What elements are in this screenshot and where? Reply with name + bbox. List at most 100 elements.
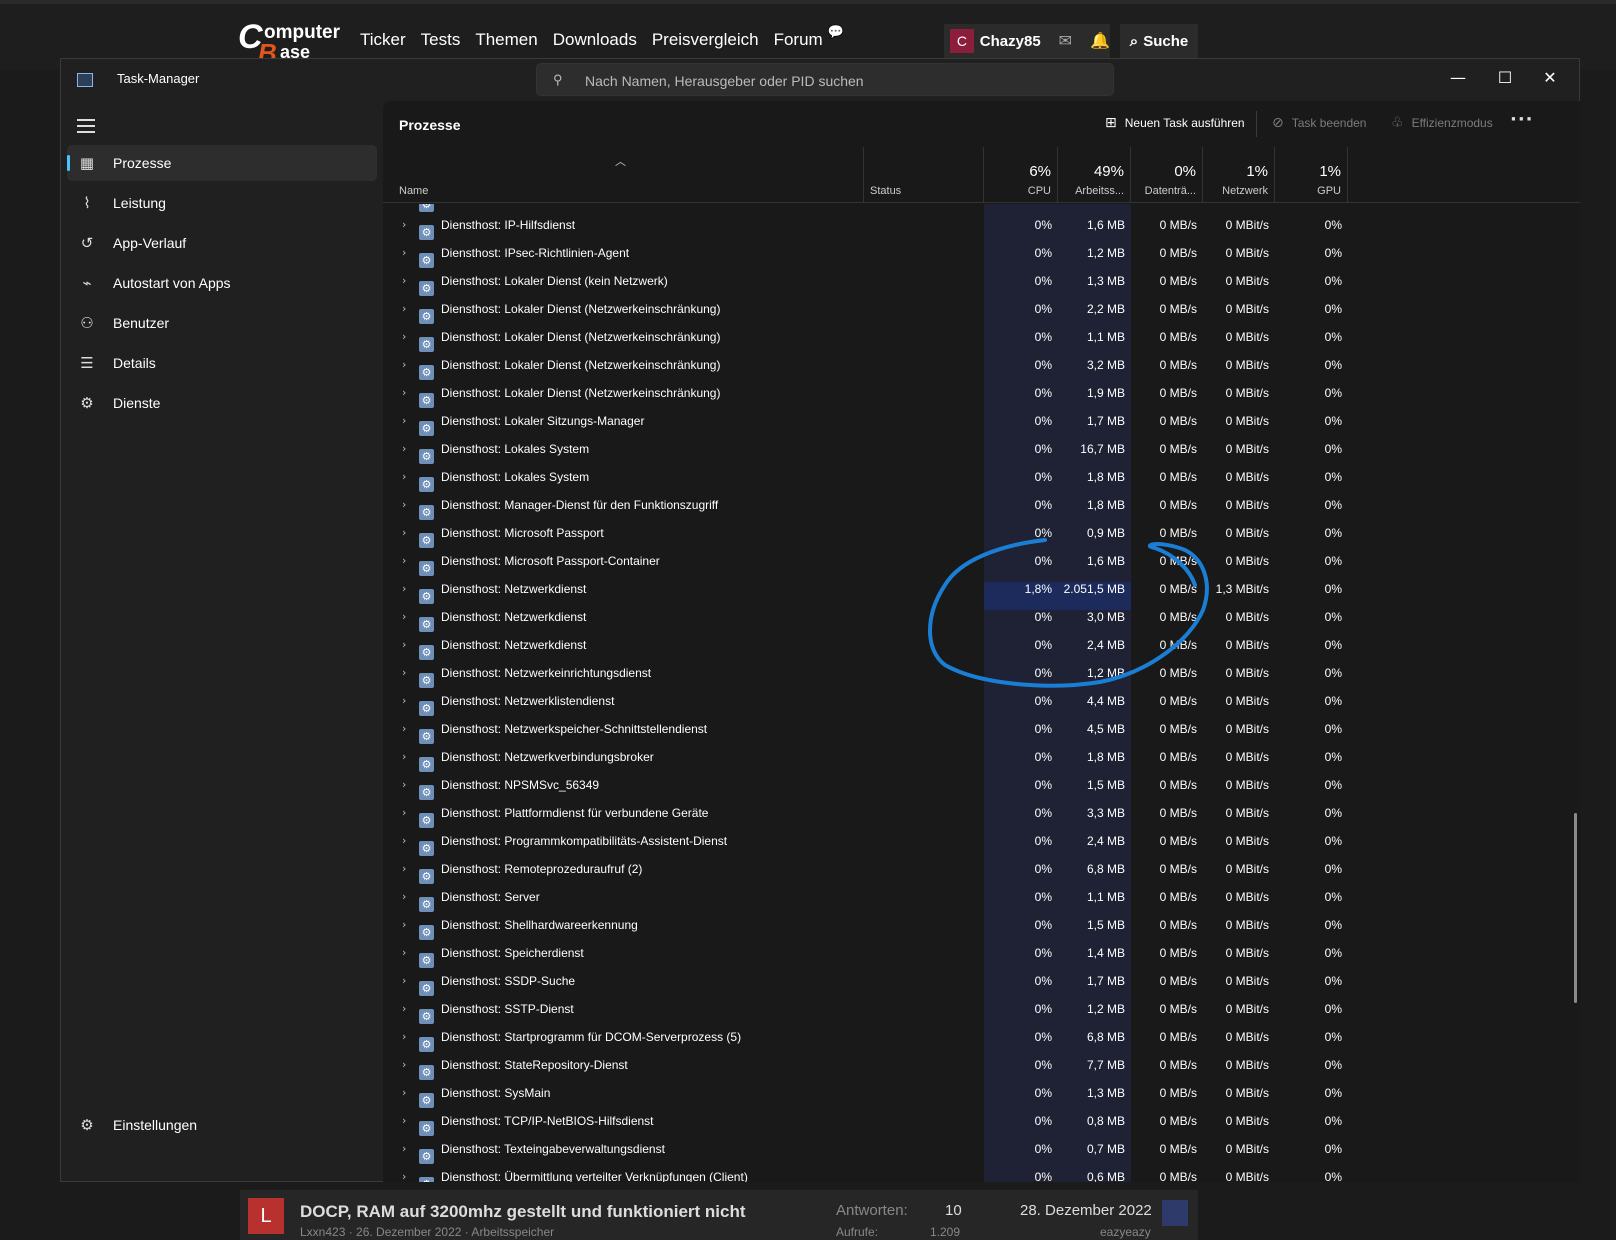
expand-chevron-icon[interactable]: › <box>402 750 406 763</box>
close-button[interactable]: ✕ <box>1530 63 1570 91</box>
sidebar-item-settings[interactable]: ⚙ Einstellungen <box>67 1107 377 1143</box>
table-row[interactable]: ›⚙Diensthost: Human Interface Device-Die… <box>383 204 1580 218</box>
table-row[interactable]: › ⚙ Diensthost: IP-Hilfsdienst 0% 1,6 MB 0 MB… <box>383 218 1580 246</box>
mail-icon[interactable]: ✉ <box>1059 31 1072 51</box>
expand-chevron-icon[interactable]: › <box>402 470 406 483</box>
bell-icon[interactable]: 🔔 <box>1090 31 1110 51</box>
computerbase-logo[interactable]: C omputer B ase <box>238 18 340 68</box>
expand-chevron-icon[interactable]: › <box>402 1142 406 1155</box>
expand-chevron-icon[interactable]: › <box>402 862 406 875</box>
table-row[interactable]: › ⚙ Diensthost: IPsec-Richtlinien-Agent 0% 1… <box>383 246 1580 274</box>
table-row[interactable]: › ⚙ Diensthost: Microsoft Passport 0% 0,9 MB… <box>383 526 1580 554</box>
table-row[interactable]: › ⚙ Diensthost: Plattformdienst für verbun… <box>383 806 1580 834</box>
nav-preisvergleich[interactable]: Preisvergleich <box>652 30 759 50</box>
expand-chevron-icon[interactable]: › <box>402 1030 406 1043</box>
expand-chevron-icon[interactable]: › <box>402 274 406 287</box>
table-row[interactable]: › ⚙ Diensthost: StateRepository-Dienst 0% 7,… <box>383 1058 1580 1086</box>
chat-icon[interactable]: 💬 <box>828 24 844 50</box>
column-cpu[interactable]: 6% CPU <box>984 147 1058 203</box>
forum-thread-row[interactable]: L DOCP, RAM auf 3200mhz gestellt und fun… <box>240 1190 1198 1240</box>
expand-chevron-icon[interactable]: › <box>402 442 406 455</box>
expand-chevron-icon[interactable]: › <box>402 554 406 567</box>
nav-themen[interactable]: Themen <box>475 30 537 50</box>
table-row[interactable]: › ⚙ Diensthost: Manager-Dienst für den Fun… <box>383 498 1580 526</box>
expand-chevron-icon[interactable]: › <box>402 526 406 539</box>
table-row[interactable]: › ⚙ Diensthost: Netzwerkdienst 0% 3,0 MB 0 MB… <box>383 610 1580 638</box>
table-row[interactable]: › ⚙ Diensthost: SSDP-Suche 0% 1,7 MB 0 MB/s 0 … <box>383 974 1580 1002</box>
table-row[interactable]: › ⚙ Diensthost: Shellhardwareerkennung 0% 1,… <box>383 918 1580 946</box>
table-row[interactable]: › ⚙ Diensthost: Lokaler Sitzungs-Manager 0%… <box>383 414 1580 442</box>
sidebar-item-dienste[interactable]: ⚙ Dienste <box>67 385 377 421</box>
user-menu[interactable]: C Chazy85 ✉ 🔔 <box>944 24 1110 58</box>
table-row[interactable]: › ⚙ Diensthost: Lokaler Dienst (Netzwerkei… <box>383 358 1580 386</box>
nav-downloads[interactable]: Downloads <box>553 30 637 50</box>
table-row[interactable]: › ⚙ Diensthost: Netzwerklistendienst 0% 4,4 … <box>383 694 1580 722</box>
end-task-button[interactable]: ⊘ Task beenden <box>1272 115 1366 131</box>
sidebar-item-leistung[interactable]: ⌇ Leistung <box>67 185 377 221</box>
expand-chevron-icon[interactable]: › <box>402 1114 406 1127</box>
expand-chevron-icon[interactable]: › <box>402 386 406 399</box>
table-row[interactable]: › ⚙ Diensthost: Speicherdienst 0% 1,4 MB 0 MB… <box>383 946 1580 974</box>
table-row[interactable]: › ⚙ Diensthost: Netzwerkeinrichtungsdienst… <box>383 666 1580 694</box>
expand-chevron-icon[interactable]: › <box>402 246 406 259</box>
expand-chevron-icon[interactable]: › <box>402 1170 406 1182</box>
efficiency-mode-button[interactable]: ♧ Effizienzmodus <box>1391 115 1493 131</box>
expand-chevron-icon[interactable]: › <box>402 358 406 371</box>
table-row[interactable]: › ⚙ Diensthost: Lokaler Dienst (kein Netzw… <box>383 274 1580 302</box>
expand-chevron-icon[interactable]: › <box>402 1058 406 1071</box>
table-row[interactable]: › ⚙ Diensthost: Übermittlung verteilter Ve… <box>383 1170 1580 1182</box>
expand-chevron-icon[interactable]: › <box>402 974 406 987</box>
expand-chevron-icon[interactable]: › <box>402 890 406 903</box>
sidebar-item-app-verlauf[interactable]: ↺ App-Verlauf <box>67 225 377 261</box>
expand-chevron-icon[interactable]: › <box>402 498 406 511</box>
table-row[interactable]: › ⚙ Diensthost: Netzwerkspeicher-Schnittst… <box>383 722 1580 750</box>
run-new-task-button[interactable]: ⊞ Neuen Task ausführen <box>1105 115 1245 131</box>
expand-chevron-icon[interactable]: › <box>402 582 406 595</box>
site-search-button[interactable]: ⌕ Suche <box>1120 24 1198 58</box>
expand-chevron-icon[interactable]: › <box>402 638 406 651</box>
column-network[interactable]: 1% Netzwerk <box>1203 147 1275 203</box>
column-status[interactable]: Status <box>864 147 984 203</box>
expand-chevron-icon[interactable]: › <box>402 694 406 707</box>
table-row[interactable]: › ⚙ Diensthost: Programmkompatibilitäts-As… <box>383 834 1580 862</box>
table-row[interactable]: › ⚙ Diensthost: SSTP-Dienst 0% 1,2 MB 0 MB/s 0… <box>383 1002 1580 1030</box>
nav-ticker[interactable]: Ticker <box>360 30 406 50</box>
sidebar-item-details[interactable]: ☰ Details <box>67 345 377 381</box>
nav-forum[interactable]: Forum <box>774 30 823 50</box>
expand-chevron-icon[interactable]: › <box>402 414 406 427</box>
nav-tests[interactable]: Tests <box>421 30 461 50</box>
table-row[interactable]: › ⚙ Diensthost: NPSMSvc_56349 0% 1,5 MB 0 MB/… <box>383 778 1580 806</box>
expand-chevron-icon[interactable]: › <box>402 302 406 315</box>
vertical-scrollbar[interactable] <box>1574 813 1577 1003</box>
title-bar[interactable]: Task-Manager ⚲ Nach Namen, Herausgeber o… <box>61 59 1579 101</box>
expand-chevron-icon[interactable]: › <box>402 918 406 931</box>
hamburger-menu-icon[interactable] <box>77 119 95 133</box>
expand-chevron-icon[interactable]: › <box>402 806 406 819</box>
table-row[interactable]: › ⚙ Diensthost: Startprogramm für DCOM-Ser… <box>383 1030 1580 1058</box>
table-row[interactable]: › ⚙ Diensthost: Netzwerkdienst 0% 2,4 MB 0 MB… <box>383 638 1580 666</box>
column-disk[interactable]: 0% Datenträ... <box>1131 147 1203 203</box>
more-options-icon[interactable]: ··· <box>1510 109 1534 130</box>
table-row[interactable]: › ⚙ Diensthost: SysMain 0% 1,3 MB 0 MB/s 0 MBi… <box>383 1086 1580 1114</box>
expand-chevron-icon[interactable]: › <box>402 778 406 791</box>
column-name[interactable]: ︿ Name <box>383 147 864 203</box>
table-row[interactable]: › ⚙ Diensthost: Lokaler Dienst (Netzwerkei… <box>383 302 1580 330</box>
expand-chevron-icon[interactable]: › <box>402 666 406 679</box>
minimize-button[interactable]: — <box>1438 63 1478 91</box>
table-row[interactable]: › ⚙ Diensthost: Texteingabeverwaltungsdien… <box>383 1142 1580 1170</box>
table-row[interactable]: › ⚙ Diensthost: Lokales System 0% 16,7 MB 0 M… <box>383 442 1580 470</box>
table-row[interactable]: › ⚙ Diensthost: Lokaler Dienst (Netzwerkei… <box>383 330 1580 358</box>
table-row[interactable]: › ⚙ Diensthost: Netzwerkverbindungsbroker 0… <box>383 750 1580 778</box>
expand-chevron-icon[interactable]: › <box>402 1086 406 1099</box>
table-row[interactable]: › ⚙ Diensthost: Lokaler Dienst (Netzwerkei… <box>383 386 1580 414</box>
table-row[interactable]: › ⚙ Diensthost: Remoteprozeduraufruf (2) 0%… <box>383 862 1580 890</box>
last-post-user[interactable]: eazyeazy <box>1100 1225 1151 1239</box>
table-row[interactable]: › ⚙ Diensthost: TCP/IP-NetBIOS-Hilfsdienst… <box>383 1114 1580 1142</box>
thread-title[interactable]: DOCP, RAM auf 3200mhz gestellt und funkt… <box>300 1202 746 1222</box>
column-memory[interactable]: 49% Arbeitss... <box>1058 147 1131 203</box>
sidebar-item-autostart-von-apps[interactable]: ⌁ Autostart von Apps <box>67 265 377 301</box>
column-gpu[interactable]: 1% GPU <box>1275 147 1348 203</box>
sidebar-item-benutzer[interactable]: ⚇ Benutzer <box>67 305 377 341</box>
expand-chevron-icon[interactable]: › <box>402 610 406 623</box>
expand-chevron-icon[interactable]: › <box>402 834 406 847</box>
